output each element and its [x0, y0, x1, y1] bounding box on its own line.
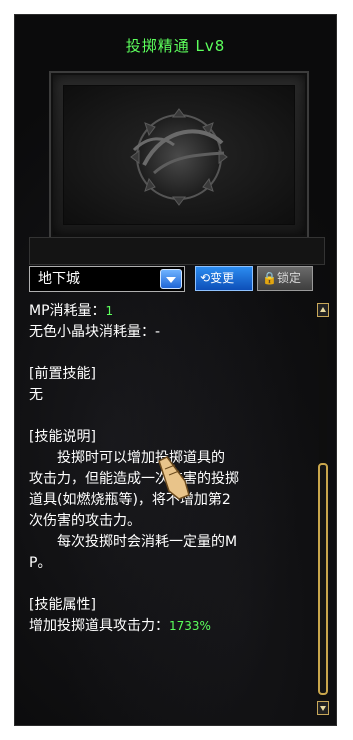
- dungeon-select[interactable]: 地下城: [29, 266, 185, 292]
- dungeon-select-value: 地下城: [38, 271, 80, 287]
- skill-info-bar: [29, 237, 325, 265]
- scrollbar[interactable]: [317, 303, 329, 715]
- skill-title: 投掷精通 Lv8: [125, 37, 226, 55]
- attr-row: 增加投掷道具攻击力：1733%: [29, 616, 311, 637]
- attr-label: 增加投掷道具攻击力：: [29, 618, 169, 634]
- prereq-value: 无: [29, 387, 43, 403]
- scroll-up-arrow-icon[interactable]: [317, 303, 329, 317]
- chevron-down-icon[interactable]: [160, 269, 182, 289]
- mp-cost-row: MP消耗量：1: [29, 301, 311, 322]
- desc-line-4: 次伤害的攻击力。: [29, 513, 141, 529]
- lock-button[interactable]: 🔒锁定: [257, 266, 313, 291]
- refresh-icon: ⟲: [200, 271, 211, 285]
- mp-cost-value: 1: [105, 304, 114, 318]
- mp-cost-label: MP消耗量：: [29, 303, 106, 319]
- prereq-header: [前置技能]: [29, 366, 96, 382]
- lock-button-label: 锁定: [276, 271, 301, 285]
- desc-line-5: 每次投掷时会消耗一定量的M: [57, 534, 238, 550]
- skill-emblem-icon: [130, 108, 228, 206]
- attr-value: 1733%: [169, 619, 211, 633]
- scroll-down-arrow-icon[interactable]: [317, 701, 329, 715]
- skill-tooltip-panel: 投掷精通 Lv8 地下城 ⟲变更 🔒锁定 MP消耗量：1 无色小晶块消耗量：- …: [14, 14, 337, 726]
- skill-icon-frame: [49, 71, 309, 239]
- scroll-thumb[interactable]: [318, 463, 328, 695]
- skill-icon-inner: [63, 85, 295, 225]
- hand-cursor-icon: [158, 456, 190, 500]
- change-button-label: 变更: [210, 271, 235, 285]
- lock-icon: 🔒: [262, 271, 277, 285]
- attr-header: [技能属性]: [29, 597, 96, 613]
- desc-header: [技能说明]: [29, 429, 96, 445]
- change-button[interactable]: ⟲变更: [195, 266, 253, 291]
- desc-line-6: P。: [29, 555, 52, 571]
- crystal-cost: 无色小晶块消耗量：-: [29, 324, 161, 340]
